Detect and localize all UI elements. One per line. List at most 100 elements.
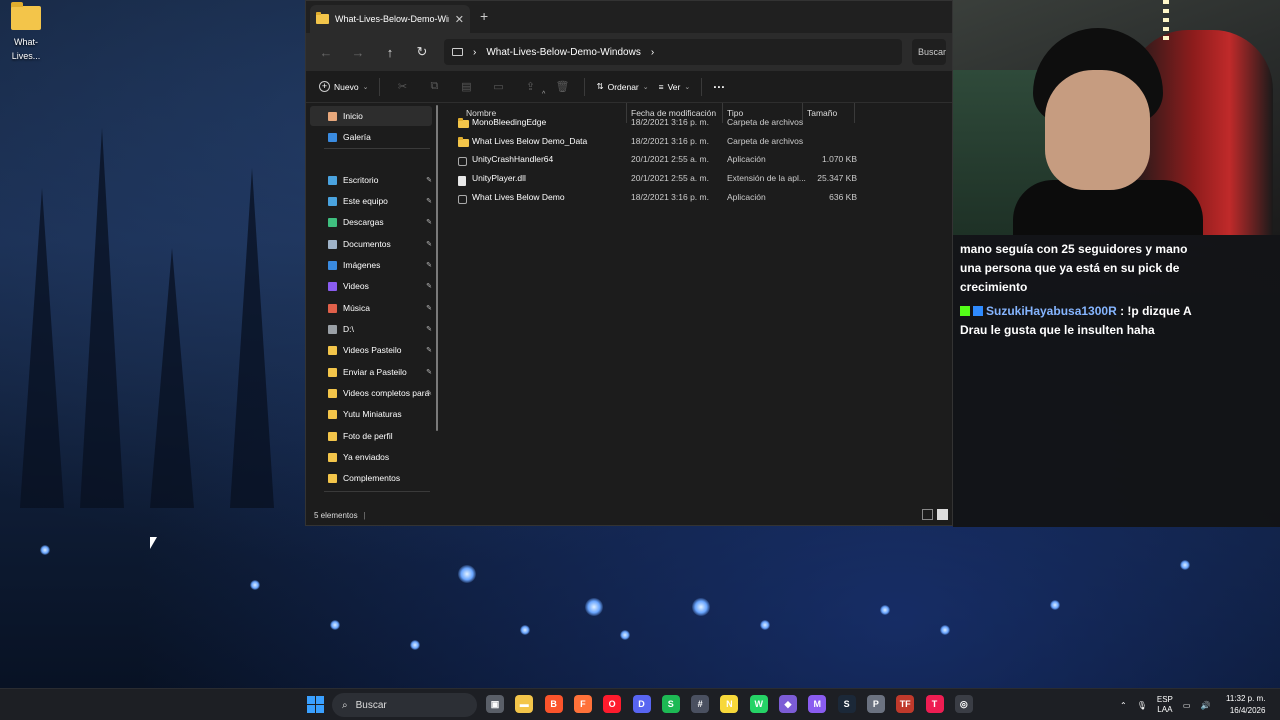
tiles-view-toggle[interactable] xyxy=(937,509,948,520)
sidebar-item[interactable]: Escritorio ✎ xyxy=(310,170,432,190)
address-bar[interactable]: › What-Lives-Below-Demo-Windows › xyxy=(444,39,902,65)
spotify-icon[interactable]: S xyxy=(661,695,680,713)
sidebar-item-icon xyxy=(328,303,337,313)
address-chevron-icon: › xyxy=(650,46,655,58)
tab-current[interactable]: What-Lives-Below-Demo-Win ✕ xyxy=(310,5,470,33)
sticky-notes-icon[interactable]: N xyxy=(720,695,739,713)
new-label: Nuevo xyxy=(334,81,359,92)
tray-chevron-icon[interactable]: ⌃ xyxy=(1120,701,1127,710)
paste-icon[interactable]: ▤ xyxy=(450,74,482,100)
close-tab-icon[interactable]: ✕ xyxy=(455,13,464,26)
pin-icon: ✎ xyxy=(426,390,432,397)
sidebar-item[interactable]: Este equipo ✎ xyxy=(310,191,432,211)
file-date: 20/1/2021 2:55 a. m. xyxy=(631,154,709,165)
sidebar-scrollbar[interactable] xyxy=(436,105,438,431)
sidebar-item[interactable]: Foto de perfil xyxy=(310,426,432,446)
sidebar-item-label: Videos completos para xyxy=(343,388,430,398)
sidebar-item[interactable]: Inicio xyxy=(310,106,432,126)
sidebar-item[interactable]: Enviar a Pasteilo ✎ xyxy=(310,362,432,382)
search-icon: ⌕ xyxy=(342,699,348,711)
cut-icon[interactable]: ✂ xyxy=(386,74,418,100)
sidebar-item[interactable]: Videos ✎ xyxy=(310,276,432,296)
sidebar-item[interactable]: Videos Pasteilo ✎ xyxy=(310,340,432,360)
sidebar-item-label: Enviar a Pasteilo xyxy=(343,367,407,377)
start-button[interactable] xyxy=(307,696,324,713)
obsidian-icon[interactable]: ◆ xyxy=(779,695,797,713)
sidebar-item[interactable]: Galería xyxy=(310,127,432,147)
chevron-down-icon: ⌄ xyxy=(642,83,649,91)
sidebar-item[interactable]: Complementos xyxy=(310,468,432,488)
sidebar-item-icon xyxy=(328,367,337,377)
file-date: 18/2/2021 3:16 p. m. xyxy=(631,117,709,127)
sidebar-item[interactable]: Yutu Miniaturas xyxy=(310,404,432,424)
view-button[interactable]: ≡ Ver ⌄ xyxy=(654,74,696,100)
sidebar-item-icon xyxy=(328,196,337,206)
sidebar-item-label: Descargas xyxy=(343,217,384,227)
forward-button[interactable]: → xyxy=(344,39,372,65)
file-type: Carpeta de archivos xyxy=(727,117,804,127)
gmail-icon[interactable]: M xyxy=(808,695,827,713)
chat-message: SuzukiHayabusa1300R : !p dizque A Drau l… xyxy=(960,302,1210,340)
details-view-toggle[interactable] xyxy=(922,509,933,520)
sidebar-item-label: Este equipo xyxy=(343,196,388,206)
steam-icon[interactable]: S xyxy=(837,695,856,713)
microphone-icon[interactable]: 🎙 xyxy=(1137,701,1147,710)
brave-icon[interactable]: B xyxy=(544,695,563,713)
new-button[interactable]: + Nuevo ⌄ xyxy=(314,74,373,100)
calculator-icon[interactable]: # xyxy=(691,695,710,713)
opera-icon[interactable]: O xyxy=(603,695,622,713)
sidebar-item[interactable]: Ya enviados xyxy=(310,447,432,467)
firefox-icon[interactable]: F xyxy=(573,695,592,713)
address-path: What-Lives-Below-Demo-Windows xyxy=(486,46,641,58)
file-row[interactable]: UnityPlayer.dll 20/1/2021 2:55 a. m. Exten… xyxy=(456,170,857,188)
pin-icon: ✎ xyxy=(426,219,432,226)
address-chevron-icon: › xyxy=(473,46,477,58)
sidebar-item[interactable]: Documentos ✎ xyxy=(310,234,432,254)
file-explorer-icon[interactable]: ▬ xyxy=(515,695,534,713)
copy-icon[interactable]: ⧉ xyxy=(418,74,450,100)
sort-button[interactable]: ⇅ Ordenar ⌄ xyxy=(591,74,653,100)
tree-silhouette xyxy=(80,128,124,508)
sidebar-item[interactable]: Descargas ✎ xyxy=(310,212,432,232)
obs-icon[interactable]: ◎ xyxy=(954,695,973,713)
file-row[interactable]: What Lives Below Demo 18/2/2021 3:16 p. m… xyxy=(456,189,857,207)
file-size: 25.347 KB xyxy=(817,173,857,184)
search-label: Buscar xyxy=(355,699,387,711)
file-row[interactable]: What Lives Below Demo_Data 18/2/2021 3:16… xyxy=(456,133,856,151)
more-options-button[interactable]: ··· xyxy=(708,74,730,100)
tree-silhouette xyxy=(150,248,194,508)
sidebar-item[interactable]: Música ✎ xyxy=(310,298,432,318)
file-date: 20/1/2021 2:55 a. m. xyxy=(631,173,709,184)
view-label: Ver xyxy=(667,81,681,92)
glowing-flower xyxy=(458,565,476,583)
file-row[interactable]: UnityCrashHandler64 20/1/2021 2:55 a. m. A… xyxy=(456,151,857,169)
rename-icon[interactable]: ▭ xyxy=(482,74,514,100)
display-icon[interactable]: ▭ xyxy=(1183,701,1191,710)
sidebar-item[interactable]: Imágenes ✎ xyxy=(310,255,432,275)
sidebar-item[interactable]: D:\ ✎ xyxy=(310,319,432,339)
discord-icon[interactable]: D xyxy=(632,695,651,713)
whatsapp-icon[interactable]: W xyxy=(749,695,768,713)
back-button[interactable]: ← xyxy=(312,39,340,65)
sidebar-item[interactable]: Videos completos para ✎ xyxy=(310,383,432,403)
printer-icon[interactable]: P xyxy=(866,695,885,713)
new-tab-button[interactable]: + xyxy=(480,8,488,24)
up-button[interactable]: ↑ xyxy=(376,39,404,65)
delete-icon[interactable]: 🗑 xyxy=(546,74,578,100)
tiktok-icon[interactable]: T xyxy=(925,695,944,713)
kick-badge-icon xyxy=(960,306,970,316)
taskbar-search[interactable]: ⌕ Buscar xyxy=(332,693,477,717)
clock[interactable]: 11:32 p. m. 16/4/2026 xyxy=(1226,693,1265,717)
desktop-folder-shortcut[interactable]: What-Lives... xyxy=(0,2,52,62)
task-view-icon[interactable]: ▣ xyxy=(486,695,504,713)
sort-caret-icon: ^ xyxy=(542,91,546,98)
tf-icon[interactable]: TF xyxy=(896,695,915,713)
chat-username: SuzukiHayabusa1300R xyxy=(986,304,1117,318)
pin-icon: ✎ xyxy=(426,283,432,290)
search-input[interactable]: Buscar en xyxy=(912,39,946,65)
refresh-button[interactable]: ↻ xyxy=(408,39,436,65)
file-row[interactable]: MonoBleedingEdge 18/2/2021 3:16 p. m. Carp… xyxy=(456,114,856,132)
language-indicator[interactable]: ESP LAA xyxy=(1157,695,1173,715)
file-type: Aplicación xyxy=(727,154,766,165)
volume-icon[interactable]: 🔊 xyxy=(1200,701,1210,710)
